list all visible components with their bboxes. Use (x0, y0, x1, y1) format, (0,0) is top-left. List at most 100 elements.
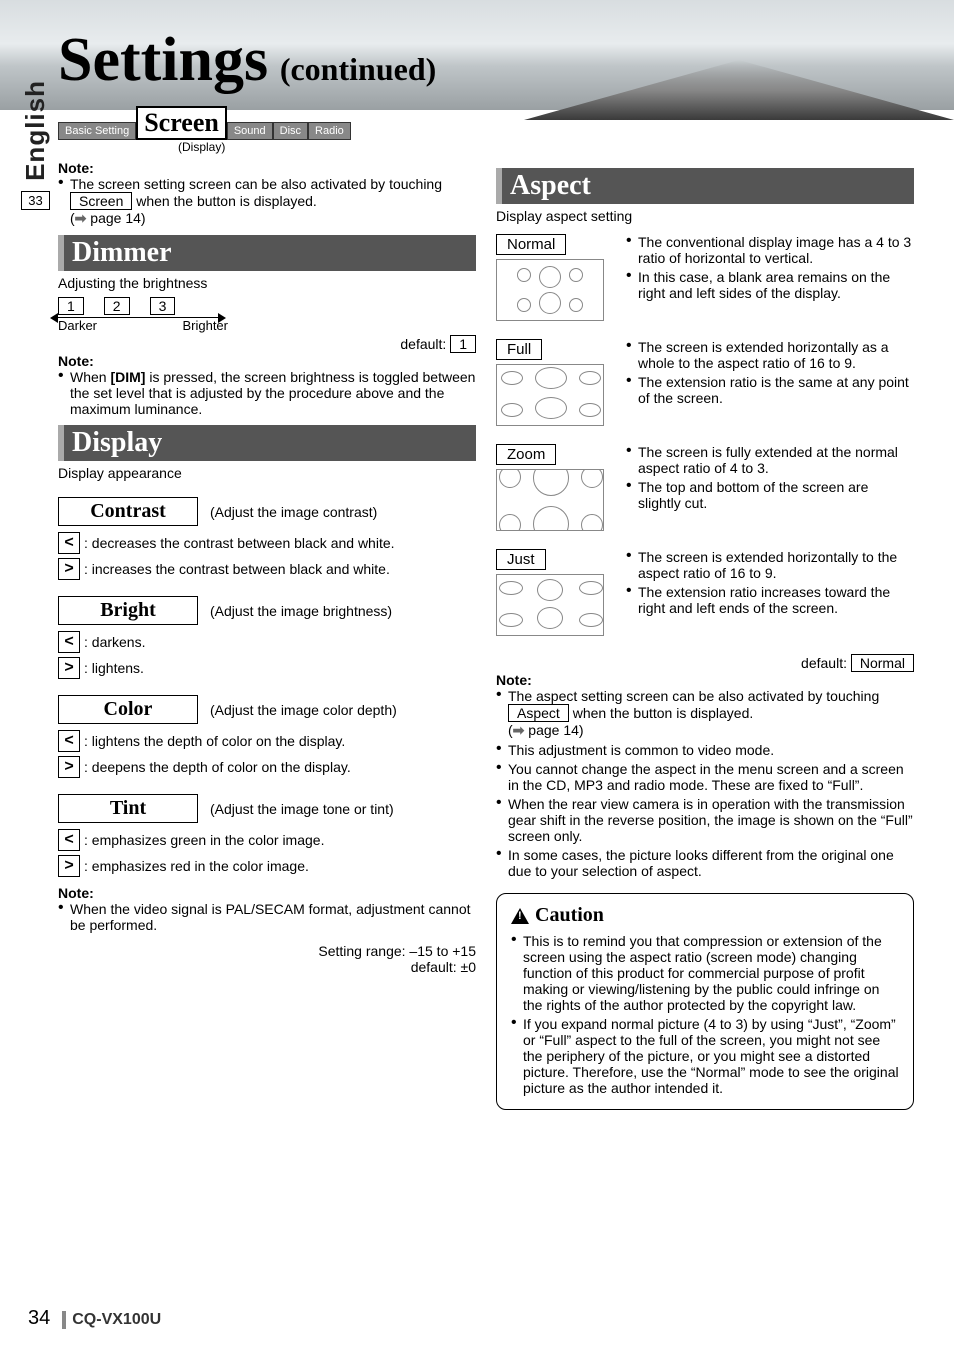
color-desc: (Adjust the image color depth) (210, 702, 397, 718)
aspect-n1b: when the button is displayed. (573, 705, 754, 721)
dimmer-levels: 1 2 3 (58, 297, 476, 315)
dimmer-default: default: 1 (58, 335, 476, 353)
caution-box: Caution This is to remind you that compr… (496, 893, 914, 1110)
contrast-box: Contrast (58, 497, 198, 526)
caution-title-text: Caution (535, 904, 604, 927)
display-range-text: Setting range: –15 to +15 (58, 943, 476, 959)
tab-screen[interactable]: Screen (136, 106, 227, 140)
less-than-icon[interactable]: < (58, 829, 80, 851)
aspect-note-5: In some cases, the picture looks differe… (496, 847, 914, 879)
display-subtitle: Display appearance (58, 465, 476, 481)
tint-row: Tint (Adjust the image tone or tint) (58, 794, 476, 823)
tab-sound[interactable]: Sound (227, 122, 273, 140)
dimmer-level-2[interactable]: 2 (104, 297, 130, 315)
title-main: Settings (58, 26, 268, 94)
aspect-notes: Note: The aspect setting screen can be a… (496, 672, 914, 879)
aspect-normal-label[interactable]: Normal (496, 234, 566, 255)
screen-note-item: The screen setting screen can be also ac… (58, 176, 476, 227)
aspect-just-b2: The extension ratio increases toward the… (626, 584, 914, 616)
aspect-full-b1: The screen is extended horizontally as a… (626, 339, 914, 371)
settings-tabs: Basic Setting Screen Sound Disc Radio (58, 106, 914, 140)
bright-dec: : darkens. (84, 634, 145, 650)
aspect-zoom-label[interactable]: Zoom (496, 444, 556, 465)
dimmer-default-label: default: (400, 336, 446, 352)
color-dec: : lightens the depth of color on the dis… (84, 733, 345, 749)
right-arrow-icon: ➡ (75, 210, 87, 226)
screen-note-page: page 14) (90, 210, 145, 226)
aspect-full: Full The screen is extended horizontally… (496, 339, 914, 426)
caution-b2: If you expand normal picture (4 to 3) by… (511, 1016, 899, 1096)
aspect-note-1: The aspect setting screen can be also ac… (496, 688, 914, 739)
aspect-note-2: This adjustment is common to video mode. (496, 742, 914, 758)
display-note: Note: When the video signal is PAL/SECAM… (58, 885, 476, 933)
aspect-default-label: default: (801, 655, 847, 671)
bright-box: Bright (58, 596, 198, 625)
tab-radio[interactable]: Radio (308, 122, 351, 140)
dimmer-level-3[interactable]: 3 (150, 297, 176, 315)
greater-than-icon[interactable]: > (58, 855, 80, 877)
dimmer-darker: Darker (58, 318, 97, 333)
aspect-default-value: Normal (851, 654, 914, 672)
contrast-desc: (Adjust the image contrast) (210, 504, 377, 520)
aspect-just-diagram (496, 574, 604, 636)
screen-note-text-1: The screen setting screen can be also ac… (70, 176, 442, 192)
dimmer-header: Dimmer (58, 235, 476, 271)
screen-button-ref: Screen (70, 192, 132, 210)
tab-disc[interactable]: Disc (273, 122, 308, 140)
dimmer-subtitle: Adjusting the brightness (58, 275, 476, 291)
aspect-note-3: You cannot change the aspect in the menu… (496, 761, 914, 793)
less-than-icon[interactable]: < (58, 631, 80, 653)
aspect-just: Just The screen is extended horizontally… (496, 549, 914, 636)
language-page-ref: 33 (21, 191, 49, 210)
contrast-inc: : increases the contrast between black a… (84, 561, 390, 577)
dimmer-default-value: 1 (450, 335, 476, 353)
color-inc: : deepens the depth of color on the disp… (84, 759, 351, 775)
less-than-icon[interactable]: < (58, 532, 80, 554)
bright-desc: (Adjust the image brightness) (210, 603, 392, 619)
tint-dec: : emphasizes green in the color image. (84, 832, 324, 848)
tint-box: Tint (58, 794, 198, 823)
less-than-icon[interactable]: < (58, 730, 80, 752)
dimmer-note: Note: When [DIM] is pressed, the screen … (58, 353, 476, 417)
aspect-n1a: The aspect setting screen can be also ac… (508, 688, 879, 704)
language-tab: English 33 (20, 80, 51, 210)
title-suffix: (continued) (280, 51, 436, 87)
display-header: Display (58, 425, 476, 461)
greater-than-icon[interactable]: > (58, 756, 80, 778)
aspect-zoom-b1: The screen is fully extended at the norm… (626, 444, 914, 476)
aspect-full-label[interactable]: Full (496, 339, 542, 360)
aspect-default: default: Normal (496, 654, 914, 672)
aspect-normal-b1: The conventional display image has a 4 t… (626, 234, 914, 266)
warning-icon (511, 908, 529, 924)
greater-than-icon[interactable]: > (58, 558, 80, 580)
dimmer-range-labels: Darker Brighter (58, 318, 228, 333)
aspect-note-4: When the rear view camera is in operatio… (496, 796, 914, 844)
aspect-full-diagram (496, 364, 604, 426)
aspect-normal-b2: In this case, a blank area remains on th… (626, 269, 914, 301)
display-range: Setting range: –15 to +15 default: ±0 (58, 943, 476, 975)
display-default-text: default: ±0 (58, 959, 476, 975)
dimmer-arrow (58, 317, 218, 318)
greater-than-icon[interactable]: > (58, 657, 80, 679)
aspect-zoom-diagram (496, 469, 604, 531)
aspect-just-label[interactable]: Just (496, 549, 546, 570)
screen-note-text-2: when the button is displayed. (136, 193, 317, 209)
contrast-dec: : decreases the contrast between black a… (84, 535, 395, 551)
contrast-row: Contrast (Adjust the image contrast) (58, 497, 476, 526)
color-row: Color (Adjust the image color depth) (58, 695, 476, 724)
page-title: Settings (continued) (58, 25, 914, 96)
aspect-subtitle: Display aspect setting (496, 208, 914, 224)
aspect-n1-page: page 14) (528, 722, 583, 738)
right-arrow-icon: ➡ (513, 722, 525, 738)
tint-desc: (Adjust the image tone or tint) (210, 801, 394, 817)
left-column: Note: The screen setting screen can be a… (58, 160, 476, 1110)
screen-note: Note: The screen setting screen can be a… (58, 160, 476, 227)
tab-basic-setting[interactable]: Basic Setting (58, 122, 136, 140)
aspect-normal-diagram (496, 259, 604, 321)
aspect-zoom: Zoom The screen is fully extended at the… (496, 444, 914, 531)
bright-inc: : lightens. (84, 660, 144, 676)
dimmer-level-1[interactable]: 1 (58, 297, 84, 315)
aspect-zoom-b2: The top and bottom of the screen are sli… (626, 479, 914, 511)
page-footer: 34 CQ-VX100U (28, 1307, 161, 1330)
display-note-text: When the video signal is PAL/SECAM forma… (58, 901, 476, 933)
